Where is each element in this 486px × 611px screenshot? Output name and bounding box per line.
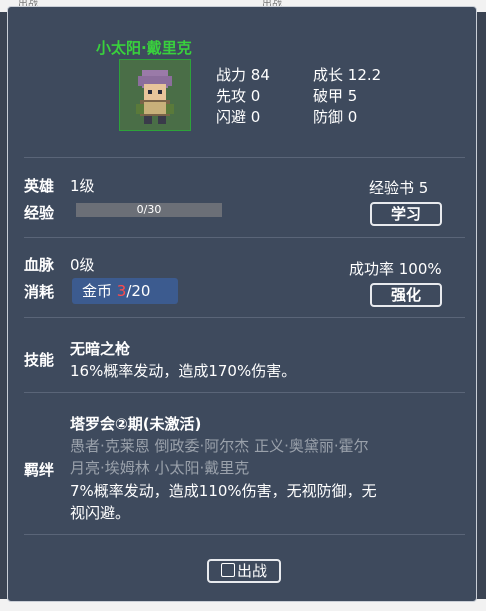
divider: [24, 237, 465, 238]
bond-effect-line: 视闪避。: [70, 504, 131, 522]
deploy-button[interactable]: 出战: [207, 559, 281, 583]
stat-defense: 防御 0: [313, 108, 358, 126]
skill-name: 无暗之枪: [70, 340, 131, 358]
checkbox-icon: [220, 563, 235, 577]
coin-label: 金币: [82, 282, 117, 300]
stat-armor-break: 破甲 5: [313, 87, 358, 105]
exp-progress-bar: 0/30: [76, 203, 222, 217]
hero-level-label: 英雄: [24, 177, 55, 195]
stat-power: 战力 84: [216, 66, 270, 84]
enhance-button[interactable]: 强化: [370, 283, 442, 307]
divider: [24, 392, 465, 393]
bloodline-level: 0级: [70, 256, 95, 274]
hero-portrait: [119, 59, 191, 131]
stat-dodge: 闪避 0: [216, 108, 261, 126]
bloodline-label: 血脉: [24, 256, 55, 274]
divider: [24, 534, 465, 535]
exp-label: 经验: [24, 204, 55, 222]
bond-members-line: 月亮·埃姆林 小太阳·戴里克: [70, 459, 250, 477]
cost-label: 消耗: [24, 283, 55, 301]
exp-book-count: 经验书 5: [369, 179, 429, 197]
deploy-button-label: 出战: [236, 562, 267, 580]
hero-detail-panel: 小太阳·戴里克 战力 84 先攻 0 闪避 0 成长 12.2 破甲 5 防御 …: [7, 6, 477, 602]
hero-name: 小太阳·戴里克: [96, 39, 192, 57]
coin-cost-box: 金币 3/20: [72, 278, 178, 304]
bond-members-line: 愚者·克莱恩 倒政委·阿尔杰 正义·奥黛丽·霍尔: [70, 437, 369, 455]
exp-progress-text: 0/30: [136, 203, 162, 216]
bond-label: 羁绊: [24, 461, 55, 479]
bond-name: 塔罗会②期(未激活): [70, 415, 202, 433]
coin-need: /20: [126, 282, 151, 300]
hero-sprite-icon: [120, 60, 190, 130]
success-rate: 成功率 100%: [349, 260, 442, 278]
divider: [24, 317, 465, 318]
skill-description: 16%概率发动，造成170%伤害。: [70, 362, 297, 380]
divider: [24, 157, 465, 158]
bond-effect-line: 7%概率发动，造成110%伤害，无视防御，无: [70, 482, 377, 500]
stat-initiative: 先攻 0: [216, 87, 261, 105]
coin-have: 3: [116, 282, 127, 300]
hero-level-value: 1级: [70, 177, 95, 195]
learn-button[interactable]: 学习: [370, 202, 442, 226]
skill-label: 技能: [24, 351, 55, 369]
stat-growth: 成长 12.2: [313, 66, 382, 84]
